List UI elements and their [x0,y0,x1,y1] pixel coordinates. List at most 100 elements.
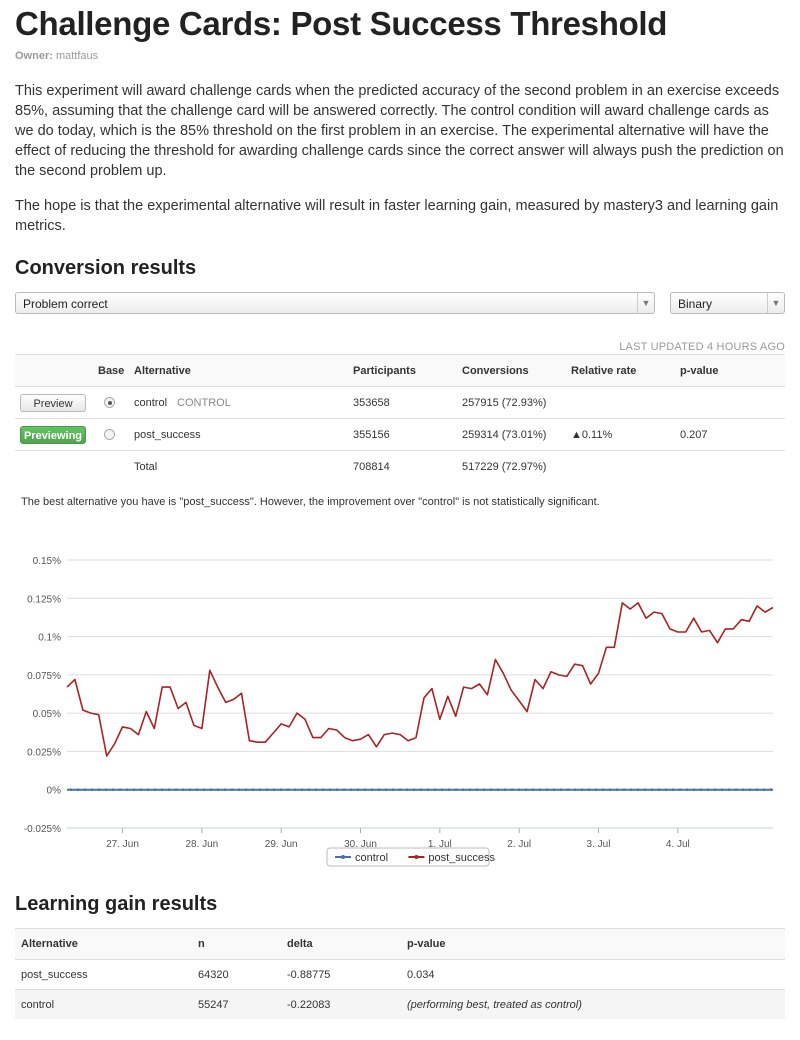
series-point [706,788,710,792]
column-header [15,354,98,387]
series-point [433,788,437,792]
series-point [426,788,430,792]
last-updated: LAST UPDATED 4 HOURS AGO [619,341,785,353]
alternative-cell: post_success [15,959,192,990]
series-point [664,788,668,792]
series-point [587,788,591,792]
conversions-cell: 257915 (72.93%) [462,386,571,419]
n-cell: 55247 [192,989,281,1019]
metric-select-value: Problem correct [23,297,108,311]
series-point [97,788,101,792]
series-point [517,788,521,792]
description-paragraph-2: The hope is that the experimental altern… [15,198,779,234]
series-point [398,788,402,792]
series-point [216,788,220,792]
series-point [286,788,290,792]
series-point [328,788,332,792]
series-point [650,788,654,792]
series-point [419,788,423,792]
series-point [461,788,465,792]
y-tick-label: 0.075% [27,671,61,682]
series-point [657,788,661,792]
series-point [181,788,185,792]
page-title: Challenge Cards: Post Success Threshold [15,5,668,42]
series-point [573,788,577,792]
conversion-table: Base Alternative Participants Conversion… [15,354,785,482]
column-header: Alternative [15,928,192,960]
series-point [83,788,87,792]
participants-cell: 353658 [353,386,462,419]
total-conversions: 517229 (72.97%) [462,450,571,482]
series-point [300,788,304,792]
owner-line: Owner: mattfaus [15,50,98,62]
series-point [174,788,178,792]
conversion-chart: 0.15% 0.125% 0.1% 0.075% 0.05% 0.025% 0% -0.025… [24,556,774,867]
series-point [90,788,94,792]
participants-cell: 355156 [353,418,462,451]
series-point [608,788,612,792]
series-point [538,788,542,792]
base-radio[interactable] [104,397,115,409]
p-value-cell: 0.207 [680,418,785,451]
series-point [188,788,192,792]
series-point [440,788,444,792]
series-point [258,788,262,792]
preview-button[interactable]: Preview [20,393,86,412]
x-tick-label: 3. Jul [587,839,611,850]
series-point [307,788,311,792]
series-point [475,788,479,792]
learning-gain-table: Alternative n delta p-value post_success… [15,928,785,1019]
learning-gain-heading: Learning gain results [15,893,218,915]
y-tick-label: 0.05% [33,709,61,720]
description-paragraph-1: This experiment will award challenge car… [15,83,784,179]
series-point [566,788,570,792]
series-point [692,788,696,792]
alternative-name: post_success [134,418,353,451]
series-point [139,788,143,792]
series-point [118,788,122,792]
series-point [489,788,493,792]
series-point [412,788,416,792]
y-tick-label: -0.025% [24,824,61,835]
previewing-button[interactable]: Previewing [20,425,86,444]
column-header: n [192,928,281,960]
type-select[interactable]: Binary ▼ [670,292,785,314]
p-value-cell: (performing best, treated as control) [401,989,785,1019]
chevron-down-icon: ▼ [767,293,784,313]
table-header: Base Alternative Participants Conversion… [15,354,785,387]
series-point [685,788,689,792]
series-point [559,788,563,792]
series-point [720,788,724,792]
alternative-cell: control [15,989,192,1019]
owner-label: Owner: [15,50,53,62]
series-point [405,788,409,792]
y-tick-label: 0.15% [33,556,61,567]
series-point [209,788,213,792]
column-header: delta [281,928,401,960]
relative-rate-cell: ▲0.11% [571,418,680,451]
series-point [734,788,738,792]
series-point [580,788,584,792]
series-point [727,788,731,792]
series-point [356,788,360,792]
legend-marker [341,855,345,859]
x-tick-label: 29. Jun [265,839,298,850]
result-summary: The best alternative you have is "post_s… [21,496,600,508]
series-point [468,788,472,792]
series-point [643,788,647,792]
series-point [713,788,717,792]
table-row: Previewing post_success 355156 259314 (7… [15,418,785,451]
legend-item: control [355,852,388,864]
type-select-value: Binary [678,297,713,311]
x-tick-label: 28. Jun [185,839,218,850]
series-point [349,788,353,792]
conversion-results-heading: Conversion results [15,257,197,279]
legend-marker [414,855,419,859]
series-point [244,788,248,792]
metric-select[interactable]: Problem correct ▼ [15,292,655,314]
base-radio[interactable] [104,429,115,441]
conversions-cell: 259314 (73.01%) [462,418,571,451]
total-label: Total [134,450,353,482]
series-point [146,788,150,792]
series-point [545,788,549,792]
